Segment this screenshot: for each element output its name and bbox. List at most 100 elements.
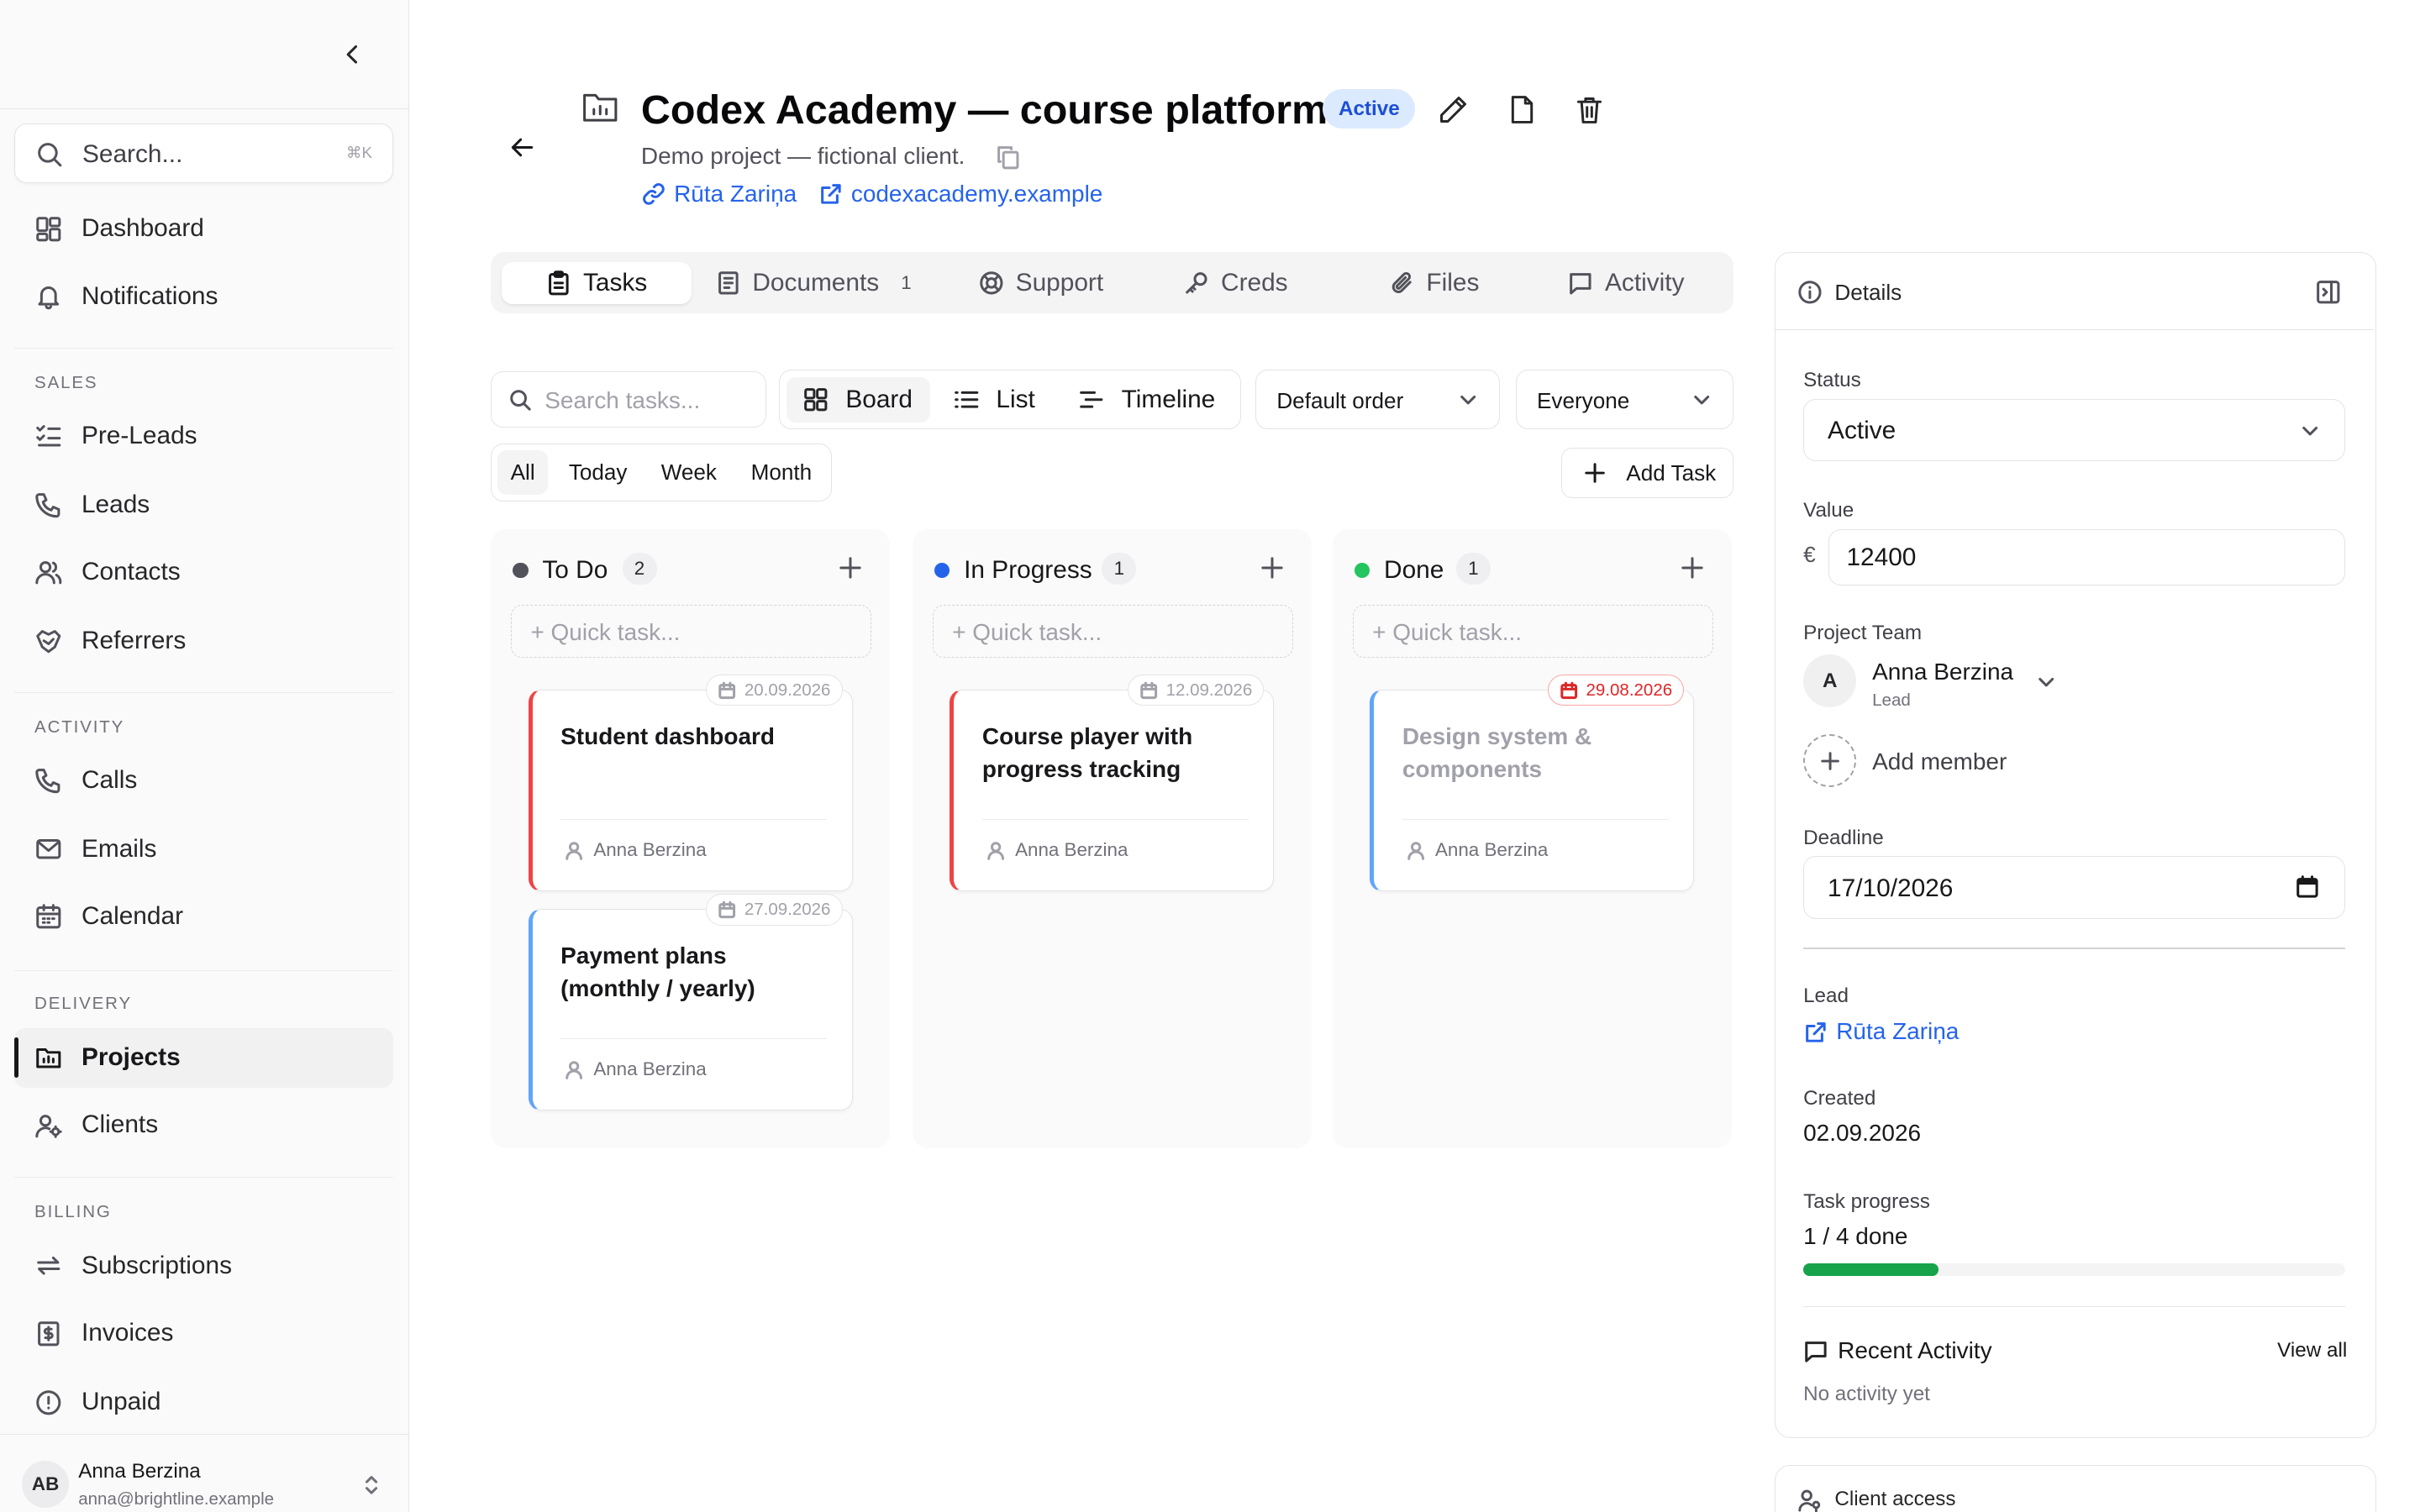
add-member-button[interactable] xyxy=(1803,733,1857,788)
period-month[interactable]: Month xyxy=(739,450,824,494)
tab-activity[interactable]: Activity xyxy=(1567,262,1685,304)
chevron-down-icon xyxy=(1459,391,1477,409)
contact-link[interactable]: Rūta Zariņa xyxy=(641,181,797,207)
order-select[interactable]: Default order xyxy=(1255,370,1501,430)
sidebar-divider xyxy=(13,348,394,349)
sidebar-item-unpaid[interactable]: Unpaid xyxy=(14,1373,393,1432)
sidebar-item-label: Dashboard xyxy=(81,214,204,243)
chevron-down-icon[interactable] xyxy=(2037,673,2055,691)
sidebar-item-subscriptions[interactable]: Subscriptions xyxy=(14,1236,393,1296)
clipboard-icon xyxy=(545,270,572,297)
view-label: Timeline xyxy=(1121,385,1216,413)
quick-task-field[interactable] xyxy=(511,605,872,659)
sidebar-item-label: Emails xyxy=(81,834,157,863)
period-week[interactable]: Week xyxy=(651,450,727,494)
panel-collapse-icon[interactable] xyxy=(2314,278,2343,307)
status-select[interactable]: Active xyxy=(1803,398,2346,462)
due-date: 27.09.2026 xyxy=(744,899,831,919)
search-shortcut: ⌘K xyxy=(345,143,372,161)
plus-icon[interactable] xyxy=(1681,556,1704,580)
status-select-value: Active xyxy=(1828,417,1897,445)
quick-task-field[interactable] xyxy=(932,605,1293,659)
receipt-icon xyxy=(34,1320,63,1348)
collapse-sidebar-icon[interactable] xyxy=(339,40,367,69)
view-timeline[interactable]: Timeline xyxy=(1062,377,1215,423)
sidebar-item-label: Calendar xyxy=(81,902,183,931)
sidebar-item-projects[interactable]: Projects xyxy=(13,1027,394,1088)
user-settings-icon xyxy=(34,1111,63,1140)
sidebar-item-emails[interactable]: Emails xyxy=(14,820,393,879)
quick-task-field[interactable] xyxy=(1352,605,1713,659)
task-card[interactable]: 29.08.2026 Design system & components An… xyxy=(1370,675,1695,892)
tab-documents[interactable]: Documents 1 xyxy=(715,262,912,304)
message-icon xyxy=(1567,270,1594,297)
quick-task-input[interactable] xyxy=(1372,615,1694,650)
website-link[interactable]: codexacademy.example xyxy=(818,181,1102,207)
value-input[interactable] xyxy=(1846,540,2317,575)
board-column-in-progress: In Progress 1 12.09.2026 Course player w… xyxy=(912,529,1313,1149)
lead-link-label: Rūta Zariņa xyxy=(1836,1017,1960,1044)
sidebar-search[interactable]: Search... ⌘K xyxy=(13,123,394,184)
sidebar-item-leads[interactable]: Leads xyxy=(14,475,393,534)
phone-icon xyxy=(34,766,63,795)
tab-tasks[interactable]: Tasks xyxy=(501,261,692,304)
sidebar-item-contacts[interactable]: Contacts xyxy=(14,542,393,601)
sidebar-item-notifications[interactable]: Notifications xyxy=(14,266,393,326)
sidebar-item-dashboard[interactable]: Dashboard xyxy=(14,199,393,259)
add-task-button[interactable]: Add Task xyxy=(1560,448,1733,499)
sidebar-item-invoices[interactable]: Invoices xyxy=(14,1304,393,1363)
user-menu[interactable]: AB Anna Berzina anna@brightline.example xyxy=(0,1433,409,1512)
calendar-icon xyxy=(1139,681,1158,700)
document-icon[interactable] xyxy=(1505,92,1539,127)
view-all-link[interactable]: View all xyxy=(2277,1339,2347,1362)
sidebar-item-label: Unpaid xyxy=(81,1388,161,1416)
details-panel: Details Status Active Value € Project Te… xyxy=(1774,252,2376,1439)
tab-files[interactable]: Files xyxy=(1389,262,1479,304)
task-card[interactable]: 27.09.2026 Payment plans (monthly / year… xyxy=(528,894,853,1111)
avatar: A xyxy=(1803,654,1857,708)
tab-creds[interactable]: Creds xyxy=(1183,262,1288,304)
column-title: To Do xyxy=(542,556,608,585)
task-card[interactable]: 20.09.2026 Student dashboard Anna Berzin… xyxy=(528,675,853,892)
details-title: Details xyxy=(1834,280,1902,306)
calendar-icon[interactable] xyxy=(2295,874,2320,900)
trash-icon[interactable] xyxy=(1572,92,1607,127)
tab-label: Tasks xyxy=(582,268,648,297)
task-card[interactable]: 12.09.2026 Course player with progress t… xyxy=(950,675,1275,892)
sidebar-item-calls[interactable]: Calls xyxy=(14,750,393,810)
recent-activity-title: Recent Activity xyxy=(1838,1337,1992,1364)
view-board[interactable]: Board xyxy=(786,376,931,423)
deadline-input[interactable]: 17/10/2026 xyxy=(1803,856,2346,920)
value-field[interactable] xyxy=(1828,528,2346,585)
sidebar-item-calendar[interactable]: Calendar xyxy=(14,887,393,947)
lead-link[interactable]: Rūta Zariņa xyxy=(1803,1018,1959,1045)
sidebar-item-clients[interactable]: Clients xyxy=(14,1095,393,1155)
view-list[interactable]: List xyxy=(937,377,1035,423)
task-search-input[interactable] xyxy=(544,381,757,420)
currency-symbol: € xyxy=(1803,541,1816,567)
sidebar-item-pre-leads[interactable]: Pre-Leads xyxy=(14,406,393,465)
add-member-label[interactable]: Add member xyxy=(1872,748,2007,775)
tab-label: Creds xyxy=(1221,268,1288,297)
period-all[interactable]: All xyxy=(497,450,548,495)
group-label-activity: ACTIVITY xyxy=(34,717,125,738)
group-label-sales: SALES xyxy=(34,372,98,392)
period-today[interactable]: Today xyxy=(560,450,636,494)
copy-icon[interactable] xyxy=(994,143,1023,171)
tab-support[interactable]: Support xyxy=(978,262,1103,304)
assignee-name: Anna Berzina xyxy=(1015,838,1128,860)
quick-task-input[interactable] xyxy=(952,615,1274,650)
assignee-select[interactable]: Everyone xyxy=(1515,370,1733,430)
client-access-panel[interactable]: Client access xyxy=(1774,1465,2376,1512)
back-arrow-icon[interactable] xyxy=(505,130,539,165)
task-search[interactable] xyxy=(490,371,767,428)
sidebar-item-label: Pre-Leads xyxy=(81,421,197,449)
quick-task-input[interactable] xyxy=(530,615,852,650)
edit-pencil-icon[interactable] xyxy=(1436,92,1470,127)
card-divider xyxy=(981,818,1249,820)
value-label: Value xyxy=(1803,499,1854,522)
plus-icon[interactable] xyxy=(1260,556,1284,580)
sidebar-item-referrers[interactable]: Referrers xyxy=(14,611,393,670)
card-divider xyxy=(560,818,828,820)
plus-icon[interactable] xyxy=(839,556,862,580)
